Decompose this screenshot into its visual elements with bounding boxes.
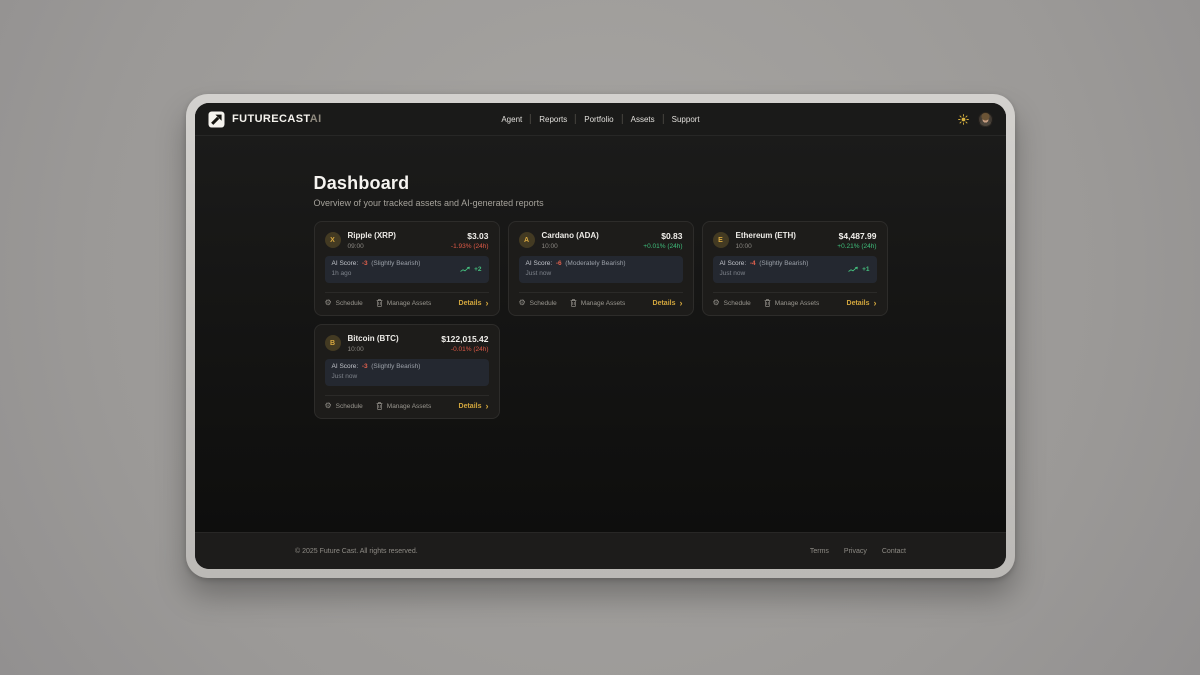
manage-assets-button[interactable]: Manage Assets <box>376 402 431 410</box>
asset-card-cardano: A Cardano (ADA) 10:00 $0.83 +0.01% (24h) <box>508 221 694 316</box>
asset-time: 10:00 <box>348 346 399 353</box>
ai-sentiment: (Slightly Bearish) <box>371 363 420 370</box>
nav-item-agent[interactable]: Agent <box>493 112 530 127</box>
schedule-button[interactable]: ⚙Schedule <box>325 299 363 307</box>
asset-time: 10:00 <box>542 243 599 250</box>
asset-change: +0.01% (24h) <box>643 243 682 250</box>
asset-price: $4,487.99 <box>837 231 876 241</box>
gear-icon: ⚙ <box>713 299 720 307</box>
nav-item-assets[interactable]: Assets <box>623 112 663 127</box>
chevron-right-icon: › <box>874 300 877 307</box>
ai-score-value: -3 <box>362 363 368 370</box>
ai-score-label: AI Score: <box>332 363 359 370</box>
brand-name: FUTURECASTAI <box>232 113 322 125</box>
trash-icon <box>570 299 577 307</box>
ai-updated: Just now <box>526 270 626 278</box>
ai-score-label: AI Score: <box>720 260 747 267</box>
nav-item-reports[interactable]: Reports <box>531 112 575 127</box>
asset-symbol-badge: B <box>325 335 341 351</box>
footer-link-privacy[interactable]: Privacy <box>844 548 867 555</box>
main-nav: Agent Reports Portfolio Assets Support <box>493 103 707 135</box>
nav-item-support[interactable]: Support <box>664 112 708 127</box>
schedule-button[interactable]: ⚙Schedule <box>713 299 751 307</box>
asset-card-ethereum: E Ethereum (ETH) 10:00 $4,487.99 +0.21% … <box>702 221 888 316</box>
gear-icon: ⚙ <box>519 299 526 307</box>
asset-time: 09:00 <box>348 243 396 250</box>
footer-links: Terms Privacy Contact <box>810 548 906 555</box>
asset-time: 10:00 <box>736 243 796 250</box>
details-button[interactable]: Details› <box>847 300 877 307</box>
asset-change: -1.93% (24h) <box>451 243 489 250</box>
sparkline-icon <box>848 266 859 273</box>
asset-change: -0.01% (24h) <box>441 346 488 353</box>
manage-assets-button[interactable]: Manage Assets <box>764 299 819 307</box>
ai-updated: 1h ago <box>332 270 421 278</box>
asset-symbol-badge: X <box>325 232 341 248</box>
asset-card-bitcoin: B Bitcoin (BTC) 10:00 $122,015.42 -0.01%… <box>314 324 500 419</box>
brand-logo[interactable]: FUTURECASTAI <box>208 111 322 128</box>
ai-score-value: -6 <box>556 260 562 267</box>
details-button[interactable]: Details› <box>459 403 489 410</box>
ai-score-label: AI Score: <box>526 260 553 267</box>
ai-score-panel: AI Score: -3 (Slightly Bearish) 1h ago +… <box>325 256 489 283</box>
asset-name: Bitcoin (BTC) <box>348 334 399 344</box>
chevron-right-icon: › <box>486 300 489 307</box>
ai-sentiment: (Moderately Bearish) <box>565 260 625 267</box>
ai-score-panel: AI Score: -4 (Slightly Bearish) Just now… <box>713 256 877 283</box>
details-button[interactable]: Details› <box>459 300 489 307</box>
footer-link-terms[interactable]: Terms <box>810 548 829 555</box>
trash-icon <box>376 299 383 307</box>
asset-price: $3.03 <box>451 231 489 241</box>
asset-change: +0.21% (24h) <box>837 243 876 250</box>
copyright-text: © 2025 Future Cast. All rights reserved. <box>295 548 418 555</box>
user-avatar[interactable] <box>978 112 993 127</box>
asset-name: Ripple (XRP) <box>348 231 396 241</box>
gear-icon: ⚙ <box>325 402 332 410</box>
ai-score-value: -3 <box>362 260 368 267</box>
details-button[interactable]: Details› <box>653 300 683 307</box>
header-right <box>957 112 993 127</box>
ai-score-value: -4 <box>750 260 756 267</box>
theme-toggle-button[interactable] <box>957 113 969 125</box>
page-title: Dashboard <box>314 173 888 194</box>
ai-delta-value: +1 <box>862 266 869 273</box>
asset-price: $122,015.42 <box>441 334 488 344</box>
ai-delta-value: +2 <box>474 266 481 273</box>
asset-symbol-badge: A <box>519 232 535 248</box>
gear-icon: ⚙ <box>325 299 332 307</box>
ai-score-panel: AI Score: -3 (Slightly Bearish) Just now <box>325 359 489 386</box>
ai-updated: Just now <box>720 270 809 278</box>
ai-score-panel: AI Score: -6 (Moderately Bearish) Just n… <box>519 256 683 283</box>
trash-icon <box>764 299 771 307</box>
footer-link-contact[interactable]: Contact <box>882 548 906 555</box>
asset-card-ripple: X Ripple (XRP) 09:00 $3.03 -1.93% (24h) <box>314 221 500 316</box>
brand-logo-icon <box>208 111 225 128</box>
device-frame: FUTURECASTAI Agent Reports Portfolio Ass… <box>186 94 1015 578</box>
asset-name: Cardano (ADA) <box>542 231 599 241</box>
schedule-button[interactable]: ⚙Schedule <box>325 402 363 410</box>
asset-symbol-badge: E <box>713 232 729 248</box>
app-header: FUTURECASTAI Agent Reports Portfolio Ass… <box>195 103 1006 136</box>
manage-assets-button[interactable]: Manage Assets <box>376 299 431 307</box>
app-footer: © 2025 Future Cast. All rights reserved.… <box>195 532 1006 569</box>
asset-name: Ethereum (ETH) <box>736 231 796 241</box>
chevron-right-icon: › <box>486 403 489 410</box>
manage-assets-button[interactable]: Manage Assets <box>570 299 625 307</box>
ai-score-label: AI Score: <box>332 260 359 267</box>
nav-item-portfolio[interactable]: Portfolio <box>576 112 621 127</box>
app-window: FUTURECASTAI Agent Reports Portfolio Ass… <box>195 103 1006 569</box>
sun-icon <box>958 114 969 125</box>
schedule-button[interactable]: ⚙Schedule <box>519 299 557 307</box>
chevron-right-icon: › <box>680 300 683 307</box>
ai-updated: Just now <box>332 373 421 381</box>
ai-sentiment: (Slightly Bearish) <box>371 260 420 267</box>
asset-price: $0.83 <box>643 231 682 241</box>
page-subtitle: Overview of your tracked assets and AI-g… <box>314 198 888 208</box>
sparkline-icon <box>460 266 471 273</box>
ai-sentiment: (Slightly Bearish) <box>759 260 808 267</box>
trash-icon <box>376 402 383 410</box>
asset-card-grid: X Ripple (XRP) 09:00 $3.03 -1.93% (24h) <box>314 221 888 419</box>
main-area: Dashboard Overview of your tracked asset… <box>195 136 1006 532</box>
